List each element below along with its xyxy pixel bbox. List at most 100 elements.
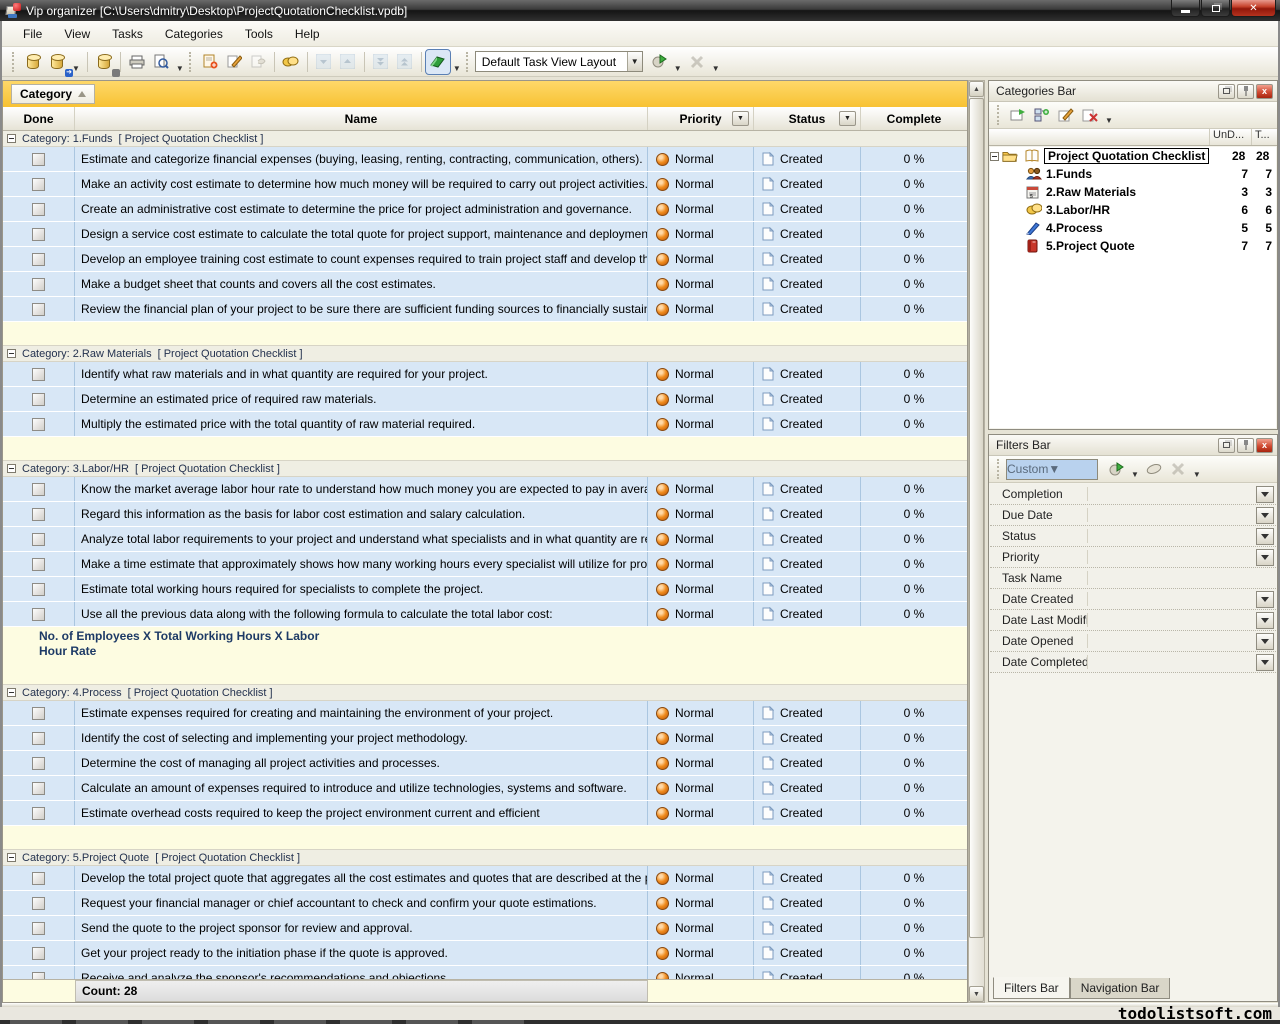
done-checkbox[interactable] (32, 508, 45, 521)
edit-task-button[interactable] (222, 50, 246, 74)
done-checkbox[interactable] (32, 782, 45, 795)
task-row[interactable]: Estimate overhead costs required to keep… (3, 801, 967, 826)
task-row[interactable]: Use all the previous data along with the… (3, 602, 967, 627)
done-checkbox[interactable] (32, 732, 45, 745)
done-checkbox[interactable] (32, 278, 45, 291)
done-checkbox[interactable] (32, 483, 45, 496)
task-row[interactable]: Identify the cost of selecting and imple… (3, 726, 967, 751)
collapse-icon[interactable] (7, 349, 16, 358)
done-checkbox[interactable] (32, 897, 45, 910)
print-button[interactable] (125, 50, 149, 74)
filter-dropdown-button[interactable] (1256, 549, 1274, 566)
done-checkbox[interactable] (32, 608, 45, 621)
filter-dropdown-button[interactable] (1256, 633, 1274, 650)
new-database-button[interactable] (21, 50, 45, 74)
categories-restore-button[interactable] (1218, 84, 1235, 99)
category-tree-item[interactable]: 3.Labor/HR 6 6 (990, 201, 1276, 219)
add-category-button[interactable] (1030, 103, 1054, 127)
category-group-header[interactable]: Category: 4.Process [ Project Quotation … (3, 685, 967, 701)
clear-filter-button[interactable] (1142, 457, 1166, 481)
done-checkbox[interactable] (32, 757, 45, 770)
collapse-icon[interactable] (7, 464, 16, 473)
delete-layout-button[interactable] (685, 50, 709, 74)
view-caret[interactable]: ▼ (450, 64, 464, 73)
scrollbar-thumb[interactable] (969, 98, 984, 938)
done-checkbox[interactable] (32, 807, 45, 820)
move-down-button[interactable] (312, 50, 336, 74)
done-checkbox[interactable] (32, 303, 45, 316)
done-checkbox[interactable] (32, 418, 45, 431)
task-row[interactable]: Make an activity cost estimate to determ… (3, 172, 967, 197)
delete-filter-button[interactable] (1166, 457, 1190, 481)
categories-close-button[interactable]: x (1256, 84, 1273, 99)
task-row[interactable]: Estimate and categorize financial expens… (3, 147, 967, 172)
scroll-up-button[interactable]: ▲ (969, 81, 984, 97)
menu-view[interactable]: View (53, 23, 101, 45)
filters-close-button[interactable]: x (1256, 438, 1273, 453)
category-tree-item[interactable]: 5.Project Quote 7 7 (990, 237, 1276, 255)
filter-dropdown-button[interactable] (1256, 528, 1274, 545)
status-filter-dropdown[interactable]: ▼ (839, 111, 856, 126)
done-checkbox[interactable] (32, 947, 45, 960)
task-row[interactable]: Design a service cost estimate to calcul… (3, 222, 967, 247)
category-group-header[interactable]: Category: 2.Raw Materials [ Project Quot… (3, 346, 967, 362)
task-row[interactable]: Estimate total working hours required fo… (3, 577, 967, 602)
menu-file[interactable]: File (12, 23, 53, 45)
tab-filters-bar[interactable]: Filters Bar (993, 977, 1070, 999)
tree-root-item[interactable]: Project Quotation Checklist 28 28 (990, 147, 1276, 165)
task-row[interactable]: Determine the cost of managing all proje… (3, 751, 967, 776)
done-checkbox[interactable] (32, 178, 45, 191)
tree-collapse-icon[interactable] (990, 152, 999, 161)
task-row[interactable]: Request your financial manager or chief … (3, 891, 967, 916)
task-row[interactable]: Make a time estimate that approximately … (3, 552, 967, 577)
print-preview-button[interactable] (149, 50, 173, 74)
filters-restore-button[interactable] (1218, 438, 1235, 453)
column-priority[interactable]: Priority ▼ (648, 107, 754, 130)
done-checkbox[interactable] (32, 203, 45, 216)
task-row[interactable]: Know the market average labor hour rate … (3, 477, 967, 502)
collapse-icon[interactable] (7, 688, 16, 697)
restore-button[interactable] (1201, 0, 1230, 17)
task-row[interactable]: Create an administrative cost estimate t… (3, 197, 967, 222)
edit-category-button[interactable] (1054, 103, 1078, 127)
done-checkbox[interactable] (32, 393, 45, 406)
done-checkbox[interactable] (32, 872, 45, 885)
menu-help[interactable]: Help (284, 23, 331, 45)
done-checkbox[interactable] (32, 368, 45, 381)
group-by-chip[interactable]: Category (11, 84, 95, 104)
filter-dropdown-button[interactable] (1256, 612, 1274, 629)
column-name[interactable]: Name (75, 107, 648, 130)
save-database-button[interactable] (92, 50, 116, 74)
category-group-header[interactable]: Category: 5.Project Quote [ Project Quot… (3, 850, 967, 866)
menu-tasks[interactable]: Tasks (101, 23, 154, 45)
task-row[interactable]: Regard this information as the basis for… (3, 502, 967, 527)
priority-filter-dropdown[interactable]: ▼ (732, 111, 749, 126)
filter-dropdown-button[interactable] (1256, 486, 1274, 503)
layout-combobox[interactable]: Default Task View Layout ▼ (475, 51, 643, 72)
column-status[interactable]: Status ▼ (754, 107, 861, 130)
filter-dropdown-button[interactable] (1256, 654, 1274, 671)
task-row[interactable]: Analyze total labor requirements to your… (3, 527, 967, 552)
collapse-icon[interactable] (7, 134, 16, 143)
column-done[interactable]: Done (3, 107, 75, 130)
layout-combobox-arrow[interactable]: ▼ (627, 52, 642, 71)
move-bottom-button[interactable] (369, 50, 393, 74)
delete-task-button[interactable] (246, 50, 270, 74)
filter-value-field[interactable] (1088, 568, 1256, 588)
delete-category-button[interactable] (1078, 103, 1102, 127)
apply-layout-button[interactable] (647, 50, 671, 74)
task-row[interactable]: Identify what raw materials and in what … (3, 362, 967, 387)
task-row[interactable]: Estimate expenses required for creating … (3, 701, 967, 726)
new-checklist-button[interactable] (1006, 103, 1030, 127)
done-checkbox[interactable] (32, 228, 45, 241)
filter-preset-arrow[interactable]: ▼ (1048, 462, 1060, 476)
categories-pin-button[interactable] (1237, 84, 1254, 99)
filter-value-field[interactable] (1088, 505, 1256, 525)
category-group-header[interactable]: Category: 1.Funds [ Project Quotation Ch… (3, 131, 967, 147)
open-database-button[interactable]: ➜ (45, 50, 69, 74)
apply-layout-caret[interactable]: ▼ (671, 64, 685, 73)
task-row[interactable]: Develop the total project quote that agg… (3, 866, 967, 891)
toolbar-overflow-caret[interactable]: ▼ (709, 64, 723, 73)
close-button[interactable]: ✕ (1231, 0, 1276, 17)
filters-toolbar-caret[interactable]: ▼ (1190, 470, 1204, 479)
